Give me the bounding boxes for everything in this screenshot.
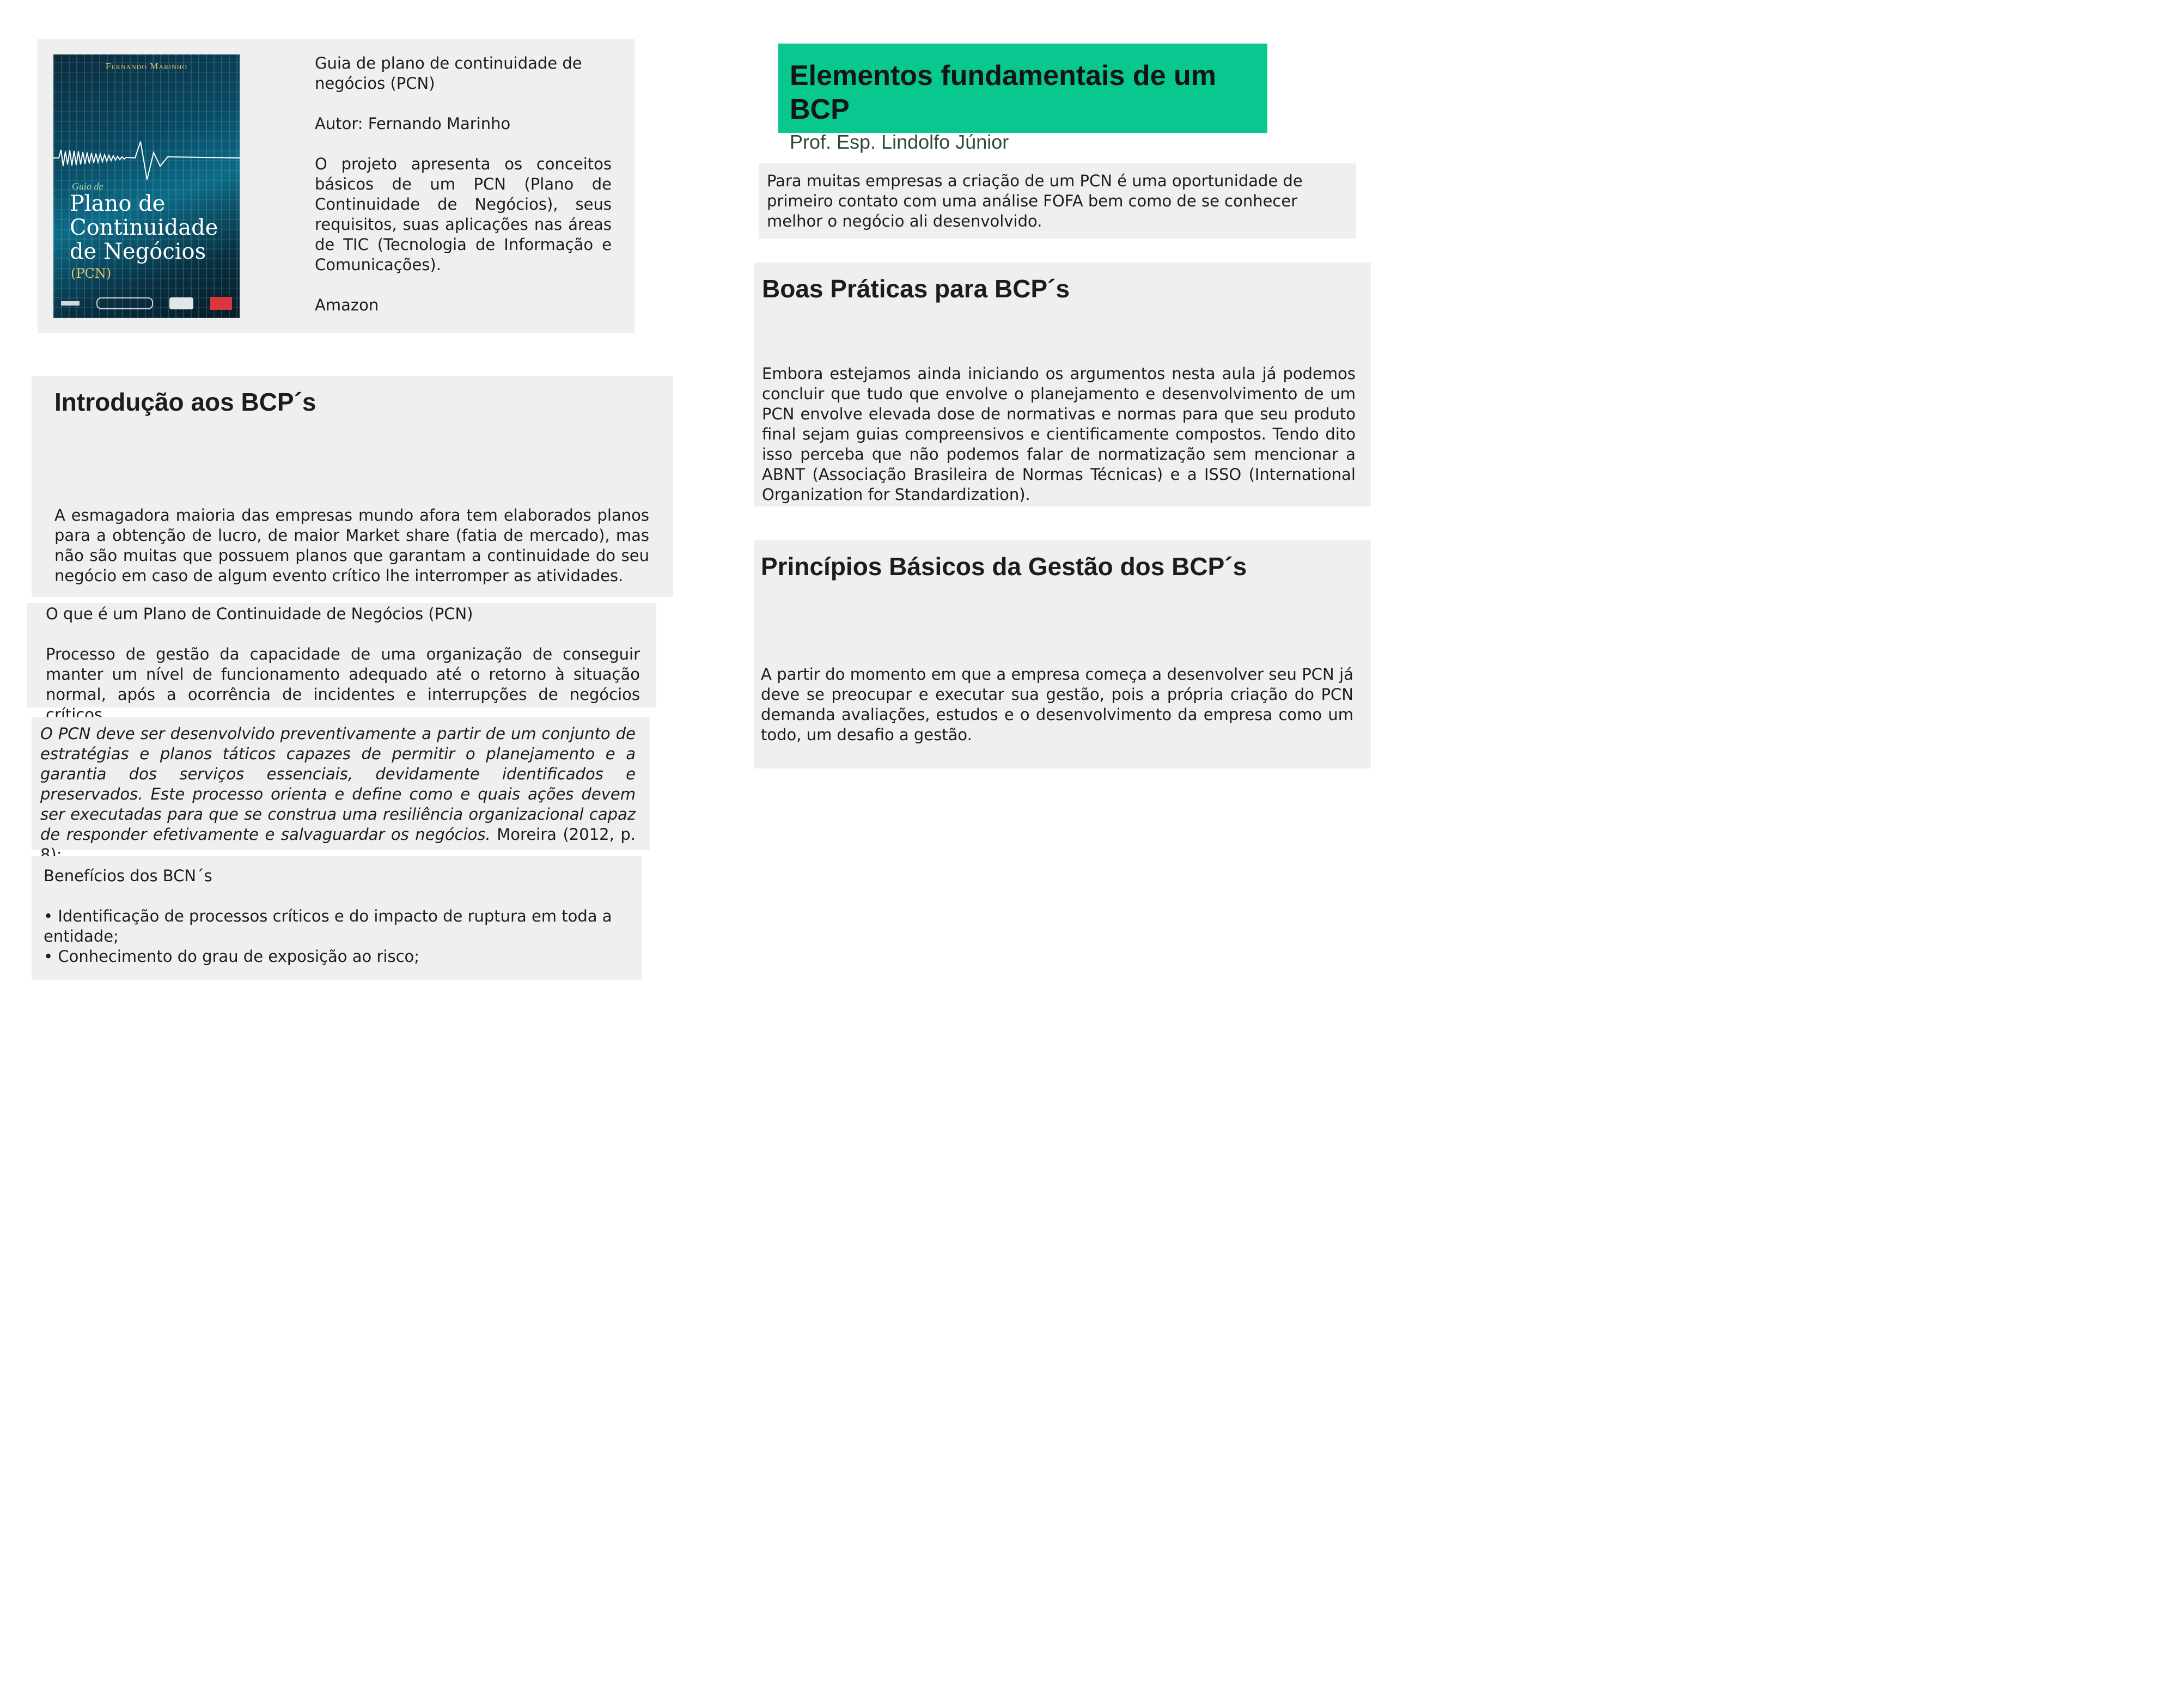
book-card: Fernando Marinho Guia de Plano de Contin… <box>38 39 634 333</box>
book-author: Autor: Fernando Marinho <box>315 114 511 133</box>
cover-guia-label: Guia de <box>72 181 103 192</box>
page-title: Elementos fundamentais de um BCP <box>790 60 1217 125</box>
book-cover-image[interactable]: Fernando Marinho Guia de Plano de Contin… <box>53 54 240 318</box>
principios-heading: Princípios Básicos da Gestão dos BCP´s <box>761 552 1247 581</box>
definition-answer: Processo de gestão da capacidade de uma … <box>46 645 645 724</box>
cover-publisher-logos <box>61 295 232 312</box>
book-title: Guia de plano de continuidade de negócio… <box>315 54 587 93</box>
principios-card: Princípios Básicos da Gestão dos BCP´s A… <box>754 540 1371 768</box>
intro-text: A esmagadora maioria das empresas mundo … <box>54 506 655 585</box>
cover-title: Plano de Continuidade de Negócios <box>70 191 218 264</box>
fofa-card: Para muitas empresas a criação de um PCN… <box>759 163 1356 239</box>
boas-praticas-text: Embora estejamos ainda iniciando os argu… <box>762 364 1361 504</box>
principios-text: A partir do momento em que a empresa com… <box>761 665 1359 744</box>
fofa-text: Para muitas empresas a criação de um PCN… <box>767 172 1308 230</box>
intro-card: Introdução aos BCP´s A esmagadora maiori… <box>32 376 673 597</box>
brand-logo-icon <box>210 297 232 310</box>
definition-card: O que é um Plano de Continuidade de Negó… <box>27 603 656 724</box>
publisher-logo-icon <box>61 301 80 306</box>
cover-subtitle: (PCN) <box>71 266 112 281</box>
book-store-link[interactable]: Amazon <box>315 295 612 315</box>
book-description: O projeto apresenta os conceitos básicos… <box>315 155 617 274</box>
pcn-quote-paragraph: O PCN deve ser desenvolvido preventivame… <box>40 724 636 865</box>
beneficios-item: • Conhecimento do grau de exposição ao r… <box>44 947 420 966</box>
definition-question: O que é um Plano de Continuidade de Negó… <box>46 605 473 623</box>
abelac-logo-icon <box>96 297 153 309</box>
partner-logo-icon <box>169 297 194 309</box>
pulse-line-icon <box>53 141 240 180</box>
intro-heading: Introdução aos BCP´s <box>54 388 316 416</box>
title-badge: Elementos fundamentais de um BCP Prof. E… <box>778 44 1267 153</box>
beneficios-card: Benefícios dos BCN´s • Identificação de … <box>32 856 642 980</box>
page-subtitle: Prof. Esp. Lindolfo Júnior <box>790 131 1009 153</box>
pcn-quote-card: O PCN deve ser desenvolvido preventivame… <box>32 717 650 864</box>
beneficios-heading: Benefícios dos BCN´s <box>44 867 212 885</box>
beneficios-item: • Identificação de processos críticos e … <box>44 907 617 945</box>
boas-praticas-heading: Boas Práticas para BCP´s <box>762 274 1070 303</box>
boas-praticas-card: Boas Práticas para BCP´s Embora estejamo… <box>754 263 1371 507</box>
cover-author: Fernando Marinho <box>105 61 188 71</box>
book-info: Guia de plano de continuidade de negócio… <box>315 53 612 315</box>
